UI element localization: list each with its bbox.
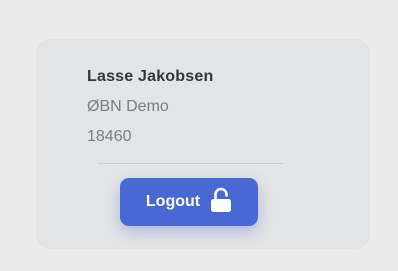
unlock-icon bbox=[210, 187, 232, 213]
logout-button-label: Logout bbox=[145, 193, 201, 210]
user-id: 18460 bbox=[87, 128, 132, 145]
divider bbox=[98, 163, 283, 164]
user-organization: ØBN Demo bbox=[87, 98, 169, 115]
user-card: Lasse Jakobsen ØBN Demo 18460 Logout bbox=[36, 39, 370, 249]
logout-button[interactable]: Logout bbox=[120, 178, 258, 226]
user-name: Lasse Jakobsen bbox=[87, 68, 214, 85]
